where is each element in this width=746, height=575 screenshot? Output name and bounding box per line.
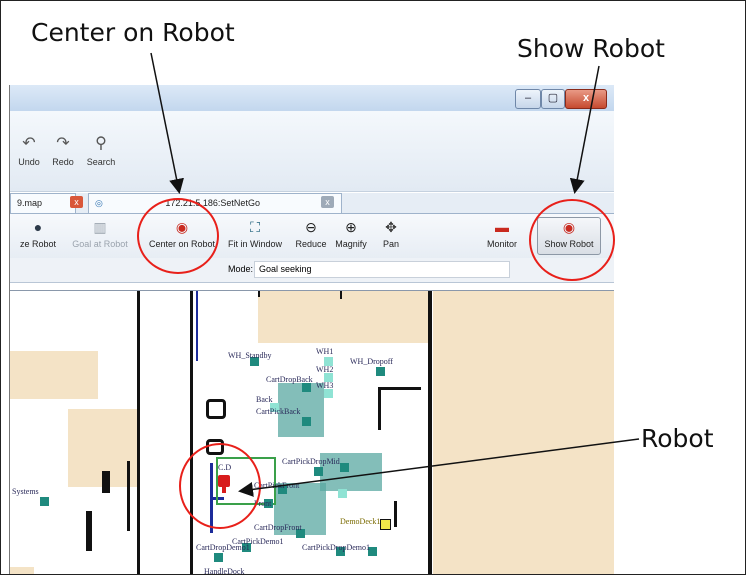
tutorial-figure: Center on Robot Show Robot Robot – ▢ x ↶… bbox=[0, 0, 746, 575]
callout-arrows bbox=[150, 52, 640, 497]
arrow-robot bbox=[238, 438, 640, 497]
arrow-show-robot bbox=[569, 65, 600, 194]
arrow-center-on-robot bbox=[150, 52, 184, 194]
